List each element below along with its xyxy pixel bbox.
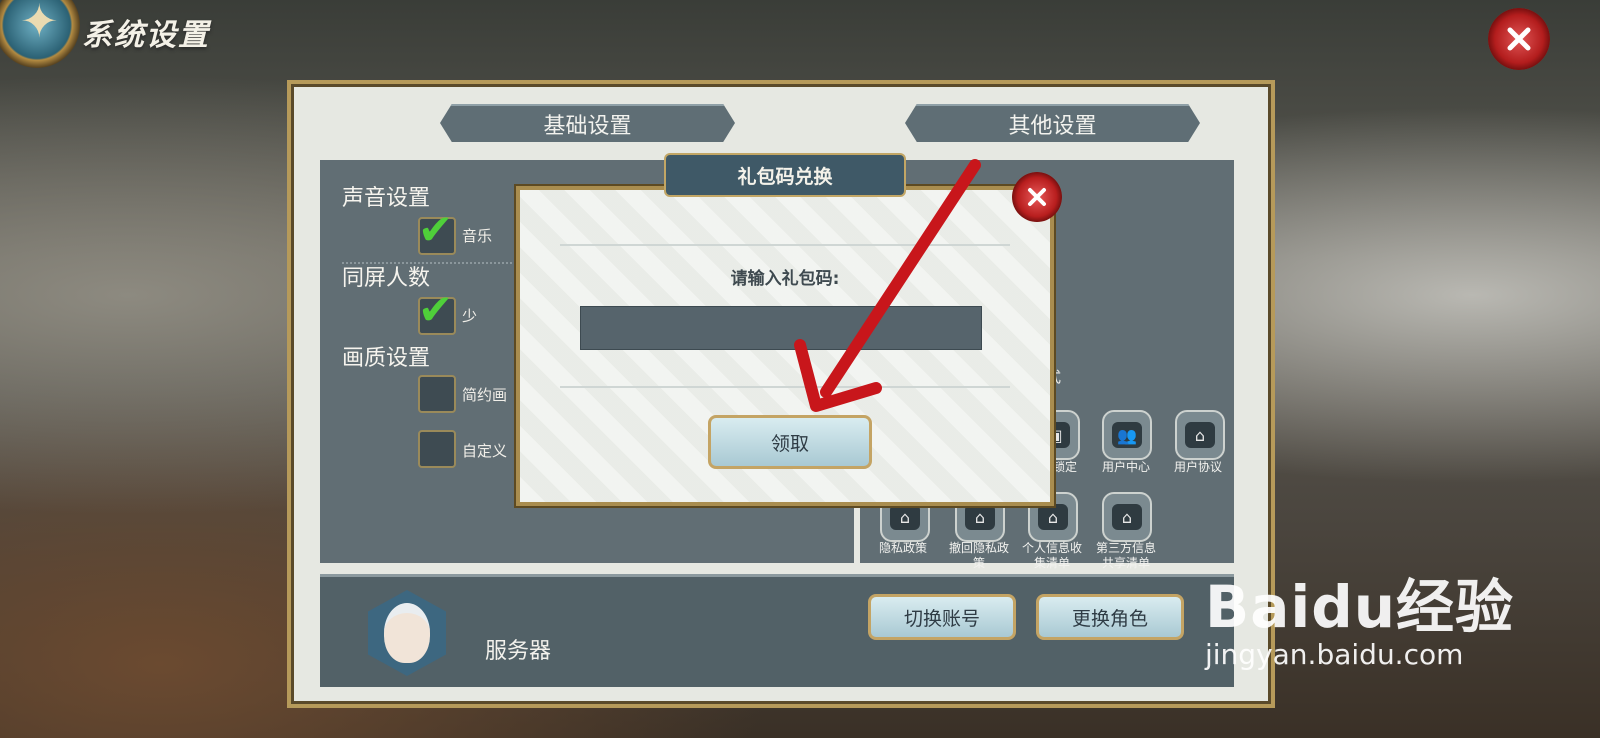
user-agreement-button[interactable]: ⌂ <box>1175 410 1225 460</box>
server-label: 服务器 <box>485 639 552 664</box>
user-center-button[interactable]: 👥 <box>1102 410 1152 460</box>
change-role-button[interactable]: 更换角色 <box>1036 594 1184 640</box>
close-icon <box>1028 188 1046 206</box>
character-portrait <box>384 603 430 663</box>
players-few-label: 少 <box>462 307 478 325</box>
switch-account-button[interactable]: 切换账号 <box>868 594 1016 640</box>
gift-code-dialog-title: 礼包码兑换 <box>664 153 906 197</box>
revoke-privacy-caption: 撤回隐私政策 <box>948 541 1009 570</box>
house-icon: ⌂ <box>1112 504 1142 530</box>
players-few-checkbox[interactable]: ✔ <box>418 289 456 335</box>
quality-custom-checkbox[interactable] <box>418 430 456 468</box>
house-icon: ⌂ <box>1038 504 1068 530</box>
baidu-watermark: Baidu经验 jingyan.baidu.com <box>1205 560 1514 671</box>
third-party-share-button[interactable]: ⌂ <box>1102 492 1152 542</box>
claim-button[interactable]: 领取 <box>708 415 872 469</box>
music-label: 音乐 <box>462 227 493 245</box>
quality-custom-label: 自定义 <box>462 442 508 460</box>
close-dialog-button[interactable] <box>1012 172 1062 222</box>
close-icon <box>1507 27 1531 51</box>
gift-code-dialog: 请输入礼包码: 领取 <box>516 186 1054 506</box>
personal-info-list-caption: 个人信息收集清单 <box>1021 541 1082 570</box>
gift-code-prompt: 请输入礼包码: <box>730 269 840 289</box>
quality-simple-checkbox[interactable] <box>418 375 456 413</box>
watermark-logo: Baidu经验 <box>1205 573 1515 641</box>
quality-settings-title: 画质设置 <box>342 346 431 371</box>
users-icon: 👥 <box>1112 422 1142 448</box>
watermark-url: jingyan.baidu.com <box>1205 638 1464 671</box>
user-center-caption: 用户中心 <box>1101 460 1150 474</box>
checkmark-icon: ✔ <box>418 205 454 254</box>
checkmark-icon: ✔ <box>418 285 454 334</box>
user-agreement-caption: 用户协议 <box>1173 460 1222 474</box>
house-icon: ⌂ <box>890 504 920 530</box>
privacy-policy-caption: 隐私政策 <box>878 541 927 555</box>
tab-other-settings[interactable]: 其他设置 <box>905 104 1200 142</box>
gift-code-input[interactable] <box>580 306 982 350</box>
page-title: 系统设置 <box>82 18 210 53</box>
music-checkbox[interactable]: ✔ <box>418 209 456 255</box>
close-settings-button[interactable] <box>1488 8 1550 70</box>
house-icon: ⌂ <box>1185 422 1215 448</box>
divider <box>560 244 1010 246</box>
sound-settings-title: 声音设置 <box>342 186 431 211</box>
tab-basic-settings[interactable]: 基础设置 <box>440 104 735 142</box>
divider <box>560 386 1010 388</box>
third-party-share-caption: 第三方信息共享清单 <box>1095 541 1156 570</box>
star-icon: ✦ <box>20 0 59 48</box>
players-settings-title: 同屏人数 <box>342 266 431 291</box>
quality-simple-label: 简约画 <box>462 386 508 404</box>
house-icon: ⌂ <box>965 504 995 530</box>
